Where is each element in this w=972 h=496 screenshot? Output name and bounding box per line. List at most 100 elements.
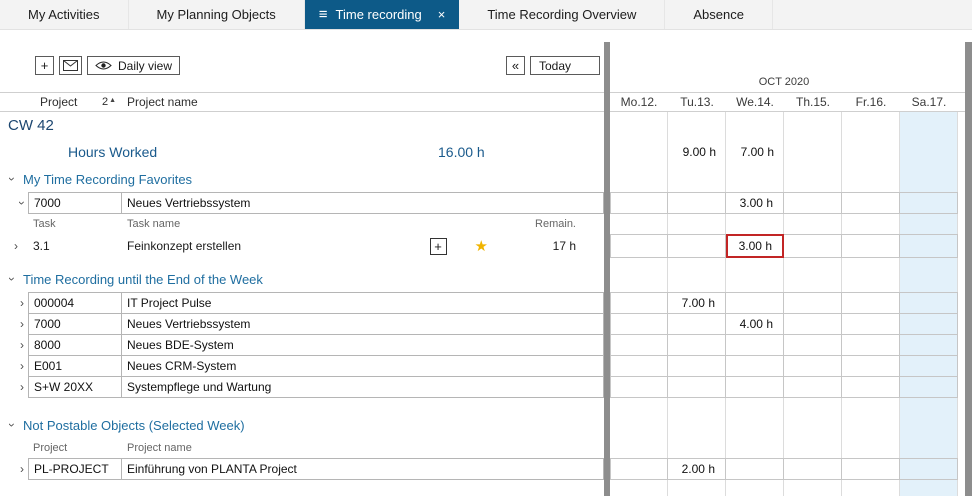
time-cell[interactable] <box>668 355 726 377</box>
vertical-scrollbar[interactable] <box>965 42 972 496</box>
project-name-cell[interactable]: Neues CRM-System <box>122 355 604 377</box>
add-time-entry-button[interactable]: + <box>430 238 447 255</box>
sort-indicator[interactable]: 2 ▲ <box>102 96 127 108</box>
project-name-cell[interactable]: Neues BDE-System <box>122 334 604 356</box>
time-cell[interactable] <box>784 355 842 377</box>
time-cell[interactable] <box>784 458 842 480</box>
time-cell[interactable] <box>610 313 668 335</box>
project-code-cell[interactable]: 8000 <box>28 334 122 356</box>
day-header-fr[interactable]: Fr.16. <box>842 95 900 109</box>
time-cell[interactable] <box>900 355 958 377</box>
time-cell[interactable] <box>900 376 958 398</box>
project-name-cell[interactable]: Neues Vertriebssystem <box>122 192 604 214</box>
project-code-cell[interactable]: PL-PROJECT <box>28 458 122 480</box>
time-cell[interactable] <box>726 458 784 480</box>
chevron-right-icon[interactable]: › <box>16 360 28 372</box>
close-icon[interactable]: × <box>438 8 446 21</box>
chevron-down-icon[interactable]: › <box>6 419 18 431</box>
chevron-right-icon[interactable]: › <box>16 463 28 475</box>
time-cell[interactable] <box>668 313 726 335</box>
chevron-right-icon[interactable]: › <box>16 318 28 330</box>
time-cell[interactable] <box>900 313 958 335</box>
time-cell[interactable] <box>610 458 668 480</box>
time-cell[interactable] <box>784 292 842 314</box>
time-cell[interactable] <box>900 334 958 356</box>
task-code[interactable]: 3.1 <box>22 239 127 253</box>
mail-button[interactable] <box>59 56 82 75</box>
time-cell[interactable] <box>726 334 784 356</box>
chevron-right-icon[interactable]: › <box>16 297 28 309</box>
task-name[interactable]: Feinkonzept erstellen <box>127 239 430 253</box>
project-name-cell[interactable]: Systempflege und Wartung <box>122 376 604 398</box>
project-name-cell[interactable]: IT Project Pulse <box>122 292 604 314</box>
time-cell[interactable] <box>610 292 668 314</box>
day-header-sa[interactable]: Sa.17. <box>900 95 958 109</box>
chevron-down-icon[interactable]: › <box>6 273 18 285</box>
time-cell[interactable] <box>842 292 900 314</box>
project-code-cell[interactable]: E001 <box>28 355 122 377</box>
panel-splitter[interactable] <box>604 42 610 496</box>
section-title[interactable]: Time Recording until the End of the Week <box>23 272 263 287</box>
time-cell[interactable] <box>610 192 668 214</box>
time-cell-highlighted[interactable]: 3.00 h <box>726 234 784 258</box>
time-cell[interactable] <box>784 313 842 335</box>
time-cell[interactable] <box>842 458 900 480</box>
time-cell[interactable] <box>842 313 900 335</box>
chevron-down-icon[interactable]: › <box>16 197 28 209</box>
chevron-down-icon[interactable]: › <box>6 173 18 185</box>
time-cell[interactable] <box>842 234 900 258</box>
time-cell[interactable]: 2.00 h <box>668 458 726 480</box>
time-cell[interactable] <box>784 234 842 258</box>
time-cell[interactable] <box>668 334 726 356</box>
today-button[interactable]: Today <box>530 56 600 75</box>
chevron-right-icon[interactable]: › <box>10 240 22 252</box>
time-cell[interactable] <box>726 355 784 377</box>
time-cell[interactable] <box>900 234 958 258</box>
project-name-column-header[interactable]: Project name <box>127 95 198 109</box>
project-code-cell[interactable]: S+W 20XX <box>28 376 122 398</box>
project-column-header[interactable]: Project <box>40 95 102 109</box>
tab-time-recording-overview[interactable]: Time Recording Overview <box>459 0 665 29</box>
tab-my-activities[interactable]: My Activities <box>0 0 129 29</box>
time-cell[interactable] <box>784 192 842 214</box>
time-cell[interactable] <box>784 334 842 356</box>
chevron-right-icon[interactable]: › <box>16 381 28 393</box>
time-cell[interactable] <box>610 355 668 377</box>
time-cell[interactable] <box>842 192 900 214</box>
time-cell[interactable] <box>726 376 784 398</box>
project-code-cell[interactable]: 7000 <box>28 313 122 335</box>
tab-time-recording[interactable]: ≡ Time recording × <box>305 0 460 29</box>
time-cell[interactable] <box>610 234 668 258</box>
chevron-right-icon[interactable]: › <box>16 339 28 351</box>
project-code-cell[interactable]: 7000 <box>28 192 122 214</box>
day-header-we[interactable]: We.14. <box>726 95 784 109</box>
time-cell[interactable] <box>842 376 900 398</box>
time-cell[interactable] <box>668 376 726 398</box>
previous-week-button[interactable]: « <box>506 56 525 75</box>
time-cell[interactable] <box>610 376 668 398</box>
day-header-th[interactable]: Th.15. <box>784 95 842 109</box>
day-header-mo[interactable]: Mo.12. <box>610 95 668 109</box>
view-mode-button[interactable]: Daily view <box>87 56 180 75</box>
menu-icon[interactable]: ≡ <box>319 7 328 22</box>
time-cell[interactable] <box>842 334 900 356</box>
time-cell[interactable] <box>900 458 958 480</box>
tab-absence[interactable]: Absence <box>665 0 773 29</box>
time-cell[interactable] <box>900 292 958 314</box>
section-title[interactable]: My Time Recording Favorites <box>23 172 192 187</box>
time-cell[interactable]: 4.00 h <box>726 313 784 335</box>
time-cell[interactable] <box>900 192 958 214</box>
project-name-cell[interactable]: Einführung von PLANTA Project <box>122 458 604 480</box>
project-code-cell[interactable]: 000004 <box>28 292 122 314</box>
time-cell[interactable] <box>668 234 726 258</box>
time-cell[interactable] <box>610 334 668 356</box>
time-cell[interactable] <box>668 192 726 214</box>
time-cell[interactable]: 3.00 h <box>726 192 784 214</box>
day-header-tu[interactable]: Tu.13. <box>668 95 726 109</box>
time-cell[interactable] <box>726 292 784 314</box>
tab-my-planning-objects[interactable]: My Planning Objects <box>129 0 305 29</box>
favorite-star-icon[interactable]: ★ <box>475 239 488 254</box>
project-name-cell[interactable]: Neues Vertriebssystem <box>122 313 604 335</box>
section-title[interactable]: Not Postable Objects (Selected Week) <box>23 418 245 433</box>
time-cell[interactable] <box>784 376 842 398</box>
